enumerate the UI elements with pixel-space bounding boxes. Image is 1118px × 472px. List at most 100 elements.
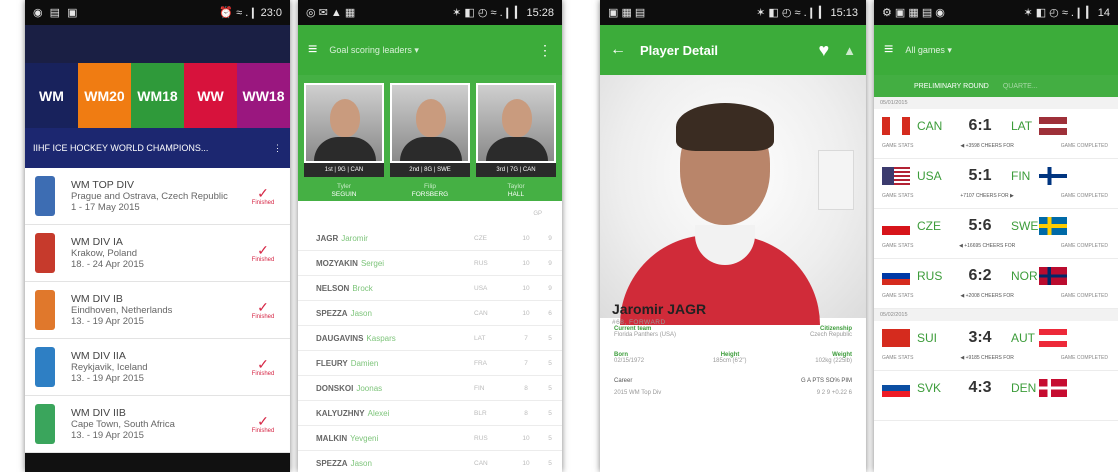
table-row[interactable]: SPEZZA Jason CAN 10 5 [298, 451, 562, 472]
event-dates: 13. - 19 Apr 2015 [71, 372, 144, 384]
player-last-name: JAGR [316, 233, 339, 243]
player-country: FIN [474, 384, 485, 392]
table-row[interactable]: DAUGAVINS Kaspars LAT 7 5 [298, 326, 562, 351]
event-logo [35, 176, 55, 216]
list-item[interactable]: WM DIV IA Krakow, Poland 18. - 24 Apr 2015… [25, 225, 290, 282]
status-label: Finished [251, 257, 275, 263]
leader-rank: 2nd | 8G | SWE [390, 163, 470, 177]
weight-value: 102kg (225lb) [815, 358, 852, 364]
tab-wm[interactable]: WM [25, 63, 78, 128]
table-row[interactable]: MOZYAKIN Sergei RUS 10 9 [298, 251, 562, 276]
game-row[interactable]: RUS 6:2 NOR GAME STATS ◀ +2008 CHEERS FOR GAM… [874, 259, 1118, 309]
games-played: 7 [524, 359, 528, 367]
flag-cze-icon [882, 217, 910, 235]
table-row[interactable]: MALKIN Yevgeni RUS 10 5 [298, 426, 562, 451]
menu-icon[interactable]: ≡ [308, 41, 317, 59]
tab-quarterfinals[interactable]: QUARTE... [1003, 83, 1038, 90]
cheers-count[interactable]: ◀ +3598 CHEERS FOR [960, 143, 1013, 155]
game-sub: GAME STATS +7107 CHEERS FOR ▶ GAME COMPLET… [882, 193, 1118, 205]
championship-banner[interactable]: IIHF ICE HOCKEY WORLD CHAMPIONS... ⋮ [25, 128, 290, 168]
game-score: 5:1 [968, 167, 992, 184]
status-right-icons: ✶ ◧ ◴ ≈ .❙ ▎ 15:28 [452, 7, 554, 19]
cheers-count[interactable]: ◀ +9185 CHEERS FOR [960, 355, 1013, 367]
status-label: Finished [251, 371, 275, 377]
event-status: ✓ Finished [246, 243, 280, 263]
cheers-count[interactable]: ◀ +2008 CHEERS FOR [960, 293, 1013, 305]
menu-icon[interactable]: ≡ [884, 41, 893, 59]
phone-2-goal-leaders: ◎ ✉ ▲ ▦ ✶ ◧ ◴ ≈ .❙ ▎ 15:28 ≡ Goal scorin… [298, 0, 562, 472]
player-last-name: SPEZZA [316, 308, 348, 318]
more-icon[interactable]: ⋮ [538, 42, 552, 59]
leader-card[interactable]: 3rd | 7G | CAN Taylor HALL [476, 83, 556, 201]
leader-card[interactable]: 1st | 9G | CAN Tyler SEGUIN [304, 83, 384, 201]
game-stats-label: GAME STATS [882, 193, 914, 199]
event-place: Prague and Ostrava, Czech Republic [71, 190, 228, 202]
game-status: GAME COMPLETED [1060, 193, 1108, 199]
player-country: BLR [474, 409, 487, 417]
tab-wm20[interactable]: WM20 [78, 63, 131, 128]
player-name: MOZYAKIN Sergei [316, 259, 474, 268]
heart-icon[interactable]: ♥ [818, 40, 829, 61]
player-first-name: Damien [350, 358, 379, 368]
list-item[interactable]: WM DIV IIB Cape Town, South Africa 13. - 1… [25, 396, 290, 453]
table-row[interactable]: DONSKOI Joonas FIN 8 5 [298, 376, 562, 401]
game-row[interactable]: CAN 6:1 LAT GAME STATS ◀ +3598 CHEERS FOR GAM… [874, 109, 1118, 159]
leader-name: Tyler SEGUIN [304, 183, 384, 199]
away-team: SWE [1011, 219, 1039, 233]
back-arrow-icon[interactable]: ← [610, 41, 626, 59]
column-gp: GP [533, 210, 542, 217]
game-sub: GAME STATS ◀ +3598 CHEERS FOR GAME COMPLET… [882, 143, 1118, 155]
tab-preliminary-round[interactable]: PRELIMINARY ROUND [914, 83, 989, 90]
career-row-label: 2015 WM Top Div [614, 390, 662, 396]
flag-lat-icon [1039, 117, 1067, 135]
more-icon[interactable]: ⋮ [273, 143, 282, 154]
game-line: CAN 6:1 LAT [882, 109, 1118, 143]
tab-ww[interactable]: WW [184, 63, 237, 128]
tab-ww18[interactable]: WW18 [237, 63, 290, 128]
event-status: ✓ Finished [246, 186, 280, 206]
citizenship-value: Czech Republic [809, 332, 852, 338]
game-row[interactable]: SVK 4:3 DEN [874, 371, 1118, 421]
head-shape [330, 99, 360, 137]
game-row[interactable]: SUI 3:4 AUT GAME STATS ◀ +9185 CHEERS FOR GAM… [874, 321, 1118, 371]
player-last-name: NELSON [316, 283, 350, 293]
status-right-icons: ✶ ◧ ◴ ≈ .❙ ▎ 15:13 [756, 7, 858, 19]
game-row[interactable]: USA 5:1 FIN GAME STATS +7107 CHEERS FOR ▶ GAM… [874, 159, 1118, 209]
list-item[interactable]: WM DIV IIA Reykjavik, Iceland 13. - 19 Apr… [25, 339, 290, 396]
table-row[interactable]: JAGR Jaromir CZE 10 9 [298, 226, 562, 251]
cheers-count[interactable]: +7107 CHEERS FOR ▶ [960, 193, 1013, 205]
player-last-name: SPEZZA [316, 458, 348, 468]
tab-wm18[interactable]: WM18 [131, 63, 184, 128]
event-name: WM DIV IIB [71, 406, 126, 419]
table-row[interactable]: NELSON Brock USA 10 9 [298, 276, 562, 301]
flag-rus-icon [882, 267, 910, 285]
game-status: GAME COMPLETED [1060, 355, 1108, 361]
event-info: WM DIV IIB Cape Town, South Africa 13. - 1… [71, 406, 246, 441]
date-header: 05/01/2015 [874, 97, 1118, 109]
status-label: Finished [251, 428, 275, 434]
event-place: Reykjavik, Iceland [71, 361, 148, 373]
leaders-table: JAGR Jaromir CZE 10 9 MOZYAKIN Sergei RUS 10 9 NEL… [298, 226, 562, 472]
list-item[interactable]: WM DIV IB Eindhoven, Netherlands 13. - 19 … [25, 282, 290, 339]
games-dropdown[interactable]: All games ▾ [905, 45, 952, 56]
game-sub: GAME STATS ◀ +2008 CHEERS FOR GAME COMPLET… [882, 293, 1118, 305]
share-icon[interactable]: ▲ [843, 43, 856, 58]
game-status: GAME COMPLETED [1060, 293, 1108, 299]
current-team-value: Florida Panthers (USA) [614, 332, 677, 338]
goals: 5 [548, 409, 552, 417]
top-three-cards: 1st | 9G | CAN Tyler SEGUIN 2nd | 8G | SWE F… [298, 75, 562, 201]
cheers-count[interactable]: ◀ +16695 CHEERS FOR [959, 243, 1015, 255]
list-item[interactable]: WM TOP DIV Prague and Ostrava, Czech Repu… [25, 168, 290, 225]
leader-card[interactable]: 2nd | 8G | SWE Filip FORSBERG [390, 83, 470, 201]
stats-dropdown[interactable]: Goal scoring leaders ▾ [329, 45, 538, 56]
event-name: WM TOP DIV [71, 178, 135, 191]
table-row[interactable]: FLEURY Damien FRA 7 5 [298, 351, 562, 376]
table-row[interactable]: KALYUZHNY Alexei BLR 8 5 [298, 401, 562, 426]
game-score: 6:2 [968, 267, 992, 284]
event-info: WM TOP DIV Prague and Ostrava, Czech Repu… [71, 178, 246, 213]
away-team: DEN [1011, 381, 1037, 395]
game-row[interactable]: CZE 5:6 SWE GAME STATS ◀ +16695 CHEERS FOR GA… [874, 209, 1118, 259]
table-row[interactable]: SPEZZA Jason CAN 10 6 [298, 301, 562, 326]
home-team: SVK [917, 381, 942, 395]
flag-svk-icon [882, 379, 910, 397]
